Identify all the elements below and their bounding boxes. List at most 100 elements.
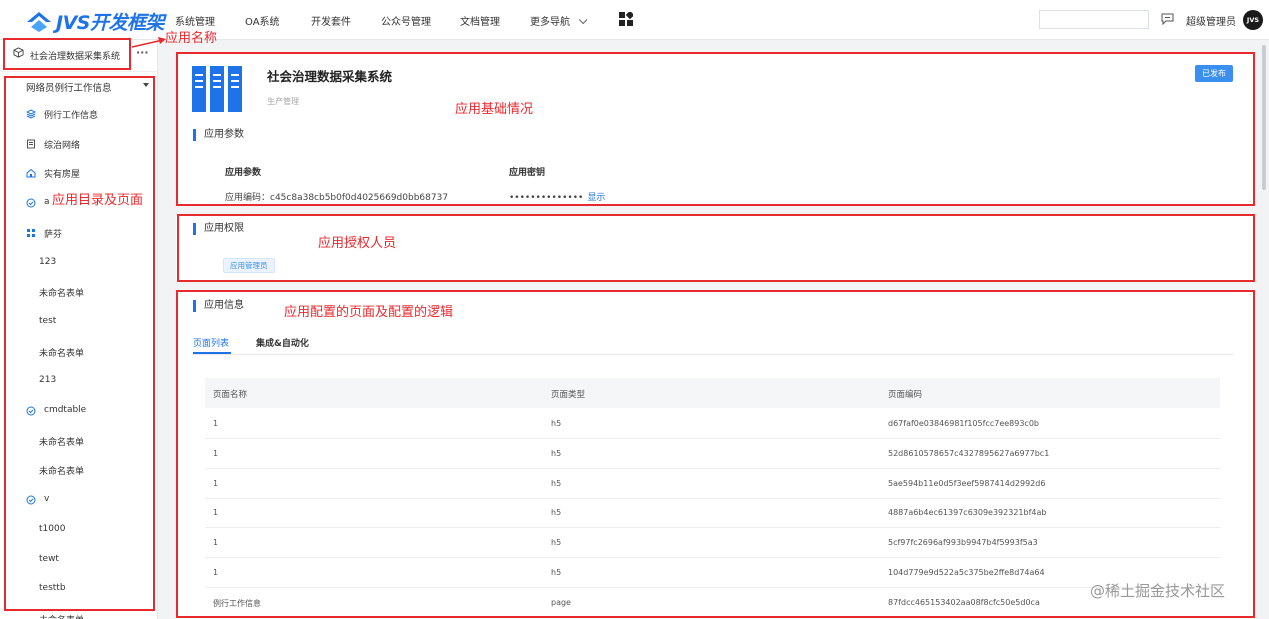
secret-mask: ••••••••••••••: [509, 193, 584, 203]
sidebar-item-label: 例行工作信息: [44, 111, 99, 121]
directory-title[interactable]: 网络员例行工作信息: [26, 80, 112, 94]
check-circle-icon: [26, 406, 36, 416]
tab-page-list[interactable]: 页面列表: [193, 336, 229, 349]
user-name[interactable]: 超级管理员: [1186, 13, 1236, 28]
avatar[interactable]: JVS: [1243, 10, 1263, 30]
show-secret-link[interactable]: 显示: [587, 193, 605, 203]
annotation-arrow: [131, 37, 166, 48]
sidebar-item-label: 123: [39, 256, 57, 267]
sidebar-item-label: tewt: [39, 553, 59, 564]
check-circle-icon: [26, 198, 36, 208]
sidebar-item-label: 213: [39, 375, 57, 386]
sidebar: 社会治理数据采集系统 ··· 网络员例行工作信息 例行工作信息 综治网络 实有房屋 a…: [0, 40, 158, 619]
sidebar-item-label: 未命名表单: [39, 348, 85, 359]
table-cell: 5cf97fc2696af993b9947b4f5993f5a3: [888, 538, 1038, 548]
table-cell: h5: [551, 538, 562, 548]
sidebar-item[interactable]: 123: [0, 254, 157, 274]
sidebar-item-label: a: [44, 197, 50, 208]
table-cell: d67faf0e03846981f105fcc7ee893c0b: [888, 419, 1039, 428]
table-row[interactable]: 1 h5 d67faf0e03846981f105fcc7ee893c0b: [205, 409, 1220, 439]
table-cell: 1: [213, 448, 219, 458]
sidebar-item-label: 未命名表单: [39, 437, 85, 448]
sidebar-item-label: t1000: [39, 523, 66, 534]
sidebar-item[interactable]: 未命名表单: [0, 283, 157, 303]
column-header[interactable]: 页面类型: [551, 388, 585, 400]
params-section-title: 应用参数: [193, 129, 244, 141]
table-row[interactable]: 1 h5 5ae594b11e0d5f3eef5987414d2992d6: [205, 469, 1220, 499]
sidebar-item[interactable]: 213: [0, 372, 157, 392]
nav-more[interactable]: 更多导航: [530, 13, 588, 28]
table-cell: 例行工作信息: [213, 598, 261, 608]
message-icon[interactable]: [1161, 13, 1174, 25]
sidebar-item-label: 未命名表单: [39, 467, 85, 478]
secret-header: 应用密钥: [509, 168, 546, 178]
search-input[interactable]: [1039, 10, 1149, 29]
check-circle-icon: [26, 495, 36, 505]
table-cell: h5: [551, 568, 562, 577]
sidebar-item[interactable]: testtb: [0, 580, 157, 600]
sidebar-item[interactable]: v: [0, 491, 157, 511]
sidebar-item-label: 实有房屋: [44, 170, 81, 181]
table-cell: 4887a6b4ec61397c6309e392321bf4ab: [888, 508, 1047, 518]
sidebar-item-label: 未命名表单: [39, 613, 84, 619]
chevron-down-icon: [578, 15, 588, 25]
annotation-label: 应用授权人员: [318, 236, 397, 251]
sidebar-item[interactable]: 未命名表单: [0, 461, 157, 481]
nav-system-management[interactable]: 系统管理: [175, 13, 215, 28]
app-book-icon: [192, 66, 242, 112]
grid-icon: [27, 228, 35, 237]
app-code: 应用编码：c45c8a38cb5b0f0d4025669d0bb68737: [225, 193, 449, 203]
table-row[interactable]: 例行工作信息 page 87fdcc465153402aa08f8cfc50e5d0…: [205, 588, 1220, 618]
sidebar-item[interactable]: 实有房屋: [0, 164, 157, 184]
tab-integration[interactable]: 集成&自动化: [256, 336, 309, 349]
table-cell: 1: [213, 538, 219, 548]
table-row[interactable]: 1 h5 104d779e9d522a5c375be2ffe8d74a64: [205, 558, 1220, 588]
apps-icon[interactable]: [619, 12, 633, 26]
scrollbar[interactable]: [1262, 45, 1266, 190]
brand-logo[interactable]: JVS开发框架: [26, 8, 164, 35]
app-secret: •••••••••••••• 显示: [509, 190, 605, 203]
param-header: 应用参数: [225, 168, 262, 178]
table-cell: 1: [213, 419, 219, 428]
sidebar-item[interactable]: test: [0, 313, 157, 333]
role-tag[interactable]: 应用管理员: [223, 258, 275, 273]
table-cell: h5: [551, 508, 562, 518]
logo-icon: [27, 11, 51, 32]
table-row[interactable]: 1 h5 52d8610578657c4327895627a6977bc1: [205, 439, 1220, 469]
sidebar-item-label: cmdtable: [44, 405, 87, 415]
nav-official-account[interactable]: 公众号管理: [381, 13, 431, 28]
sidebar-item[interactable]: 未命名表单: [0, 343, 157, 363]
app-title: 社会治理数据采集系统: [267, 69, 393, 84]
sidebar-item[interactable]: 例行工作信息: [0, 105, 157, 125]
sidebar-item[interactable]: t1000: [0, 521, 157, 541]
sidebar-item[interactable]: 未命名表单: [0, 610, 157, 619]
sidebar-item-label: v: [44, 494, 50, 505]
sidebar-item[interactable]: tewt: [0, 551, 157, 571]
sidebar-item[interactable]: cmdtable: [0, 402, 157, 422]
table-header: [205, 378, 1220, 408]
sidebar-item-label: 萨芬: [44, 229, 63, 240]
annotation-label: 应用名称: [165, 31, 218, 46]
nav-dev-suite[interactable]: 开发套件: [311, 13, 351, 28]
column-header[interactable]: 页面编码: [888, 388, 922, 400]
sidebar-item[interactable]: 未命名表单: [0, 432, 157, 452]
nav-more-label: 更多导航: [530, 17, 570, 28]
nav-oa-system[interactable]: OA系统: [245, 13, 280, 28]
table-cell: 5ae594b11e0d5f3eef5987414d2992d6: [888, 478, 1046, 488]
nav-docs[interactable]: 文档管理: [460, 13, 500, 28]
table-cell: h5: [551, 419, 562, 428]
active-tab-indicator: [193, 352, 231, 354]
table-cell: 1: [213, 568, 219, 577]
table-cell: 104d779e9d522a5c375be2ffe8d74a64: [888, 568, 1045, 577]
app-name: 社会治理数据采集系统: [30, 52, 121, 62]
column-header[interactable]: 页面名称: [213, 388, 247, 400]
sidebar-item[interactable]: 综治网络: [0, 135, 157, 155]
cube-icon: [13, 47, 24, 58]
table-row[interactable]: 1 h5 4887a6b4ec61397c6309e392321bf4ab: [205, 498, 1220, 529]
caret-down-icon[interactable]: [143, 83, 149, 87]
published-button[interactable]: 已发布: [1195, 65, 1233, 82]
sidebar-item[interactable]: 萨芬: [0, 224, 157, 244]
table-row[interactable]: 1 h5 5cf97fc2696af993b9947b4f5993f5a3: [205, 528, 1220, 559]
annotation-label: 应用基础情况: [455, 102, 534, 117]
annotation-label: 应用目录及页面: [52, 193, 144, 208]
